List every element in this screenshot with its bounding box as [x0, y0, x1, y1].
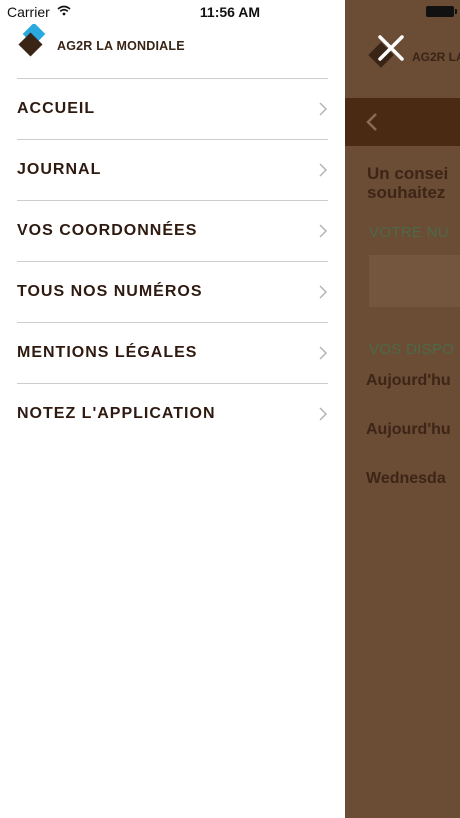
menu-item-numeros[interactable]: TOUS NOS NUMÉROS [17, 261, 328, 322]
background-heading: Un consei souhaitez [367, 164, 449, 202]
chevron-right-icon [319, 224, 328, 238]
back-chevron-icon [366, 113, 377, 131]
chevron-right-icon [319, 346, 328, 360]
menu-item-label: MENTIONS LÉGALES [17, 344, 198, 361]
menu-item-mentions-legales[interactable]: MENTIONS LÉGALES [17, 322, 328, 383]
background-number-input [369, 255, 460, 307]
menu-item-label: NOTEZ L'APPLICATION [17, 405, 216, 422]
chevron-right-icon [319, 407, 328, 421]
menu-list: ACCUEIL JOURNAL VOS COORDONNÉES TOUS NOS… [17, 78, 328, 444]
menu-item-label: VOS COORDONNÉES [17, 222, 198, 239]
menu-item-label: TOUS NOS NUMÉROS [17, 283, 203, 300]
brand-logo-icon [18, 24, 46, 57]
menu-item-accueil[interactable]: ACCUEIL [17, 78, 328, 139]
side-menu-drawer: AG2R LA MONDIALE ACCUEIL JOURNAL VOS COO… [0, 0, 345, 818]
background-day-1: Aujourd'hu [366, 372, 451, 389]
chevron-right-icon [319, 285, 328, 299]
menu-item-journal[interactable]: JOURNAL [17, 139, 328, 200]
menu-item-label: JOURNAL [17, 161, 102, 178]
background-day-2: Aujourd'hu [366, 421, 451, 438]
battery-icon [426, 6, 457, 17]
clock: 11:56 AM [199, 4, 261, 20]
chevron-right-icon [319, 102, 328, 116]
background-brand-text: AG2R LA [412, 50, 460, 64]
status-bar: Carrier 11:56 AM [0, 0, 460, 22]
brand-name: AG2R LA MONDIALE [57, 39, 185, 53]
background-number-label: VOTRE NU [369, 224, 449, 241]
menu-item-notez-application[interactable]: NOTEZ L'APPLICATION [17, 383, 328, 444]
background-nav-bar [345, 98, 460, 146]
background-dispo-label: VOS DISPO [369, 341, 455, 358]
background-screen: AG2R LA Un consei souhaitez VOTRE NU VOS… [345, 0, 460, 818]
menu-item-coordonnees[interactable]: VOS COORDONNÉES [17, 200, 328, 261]
menu-item-label: ACCUEIL [17, 100, 96, 117]
background-day-3: Wednesda [366, 470, 446, 487]
close-icon[interactable] [375, 32, 407, 64]
chevron-right-icon [319, 163, 328, 177]
